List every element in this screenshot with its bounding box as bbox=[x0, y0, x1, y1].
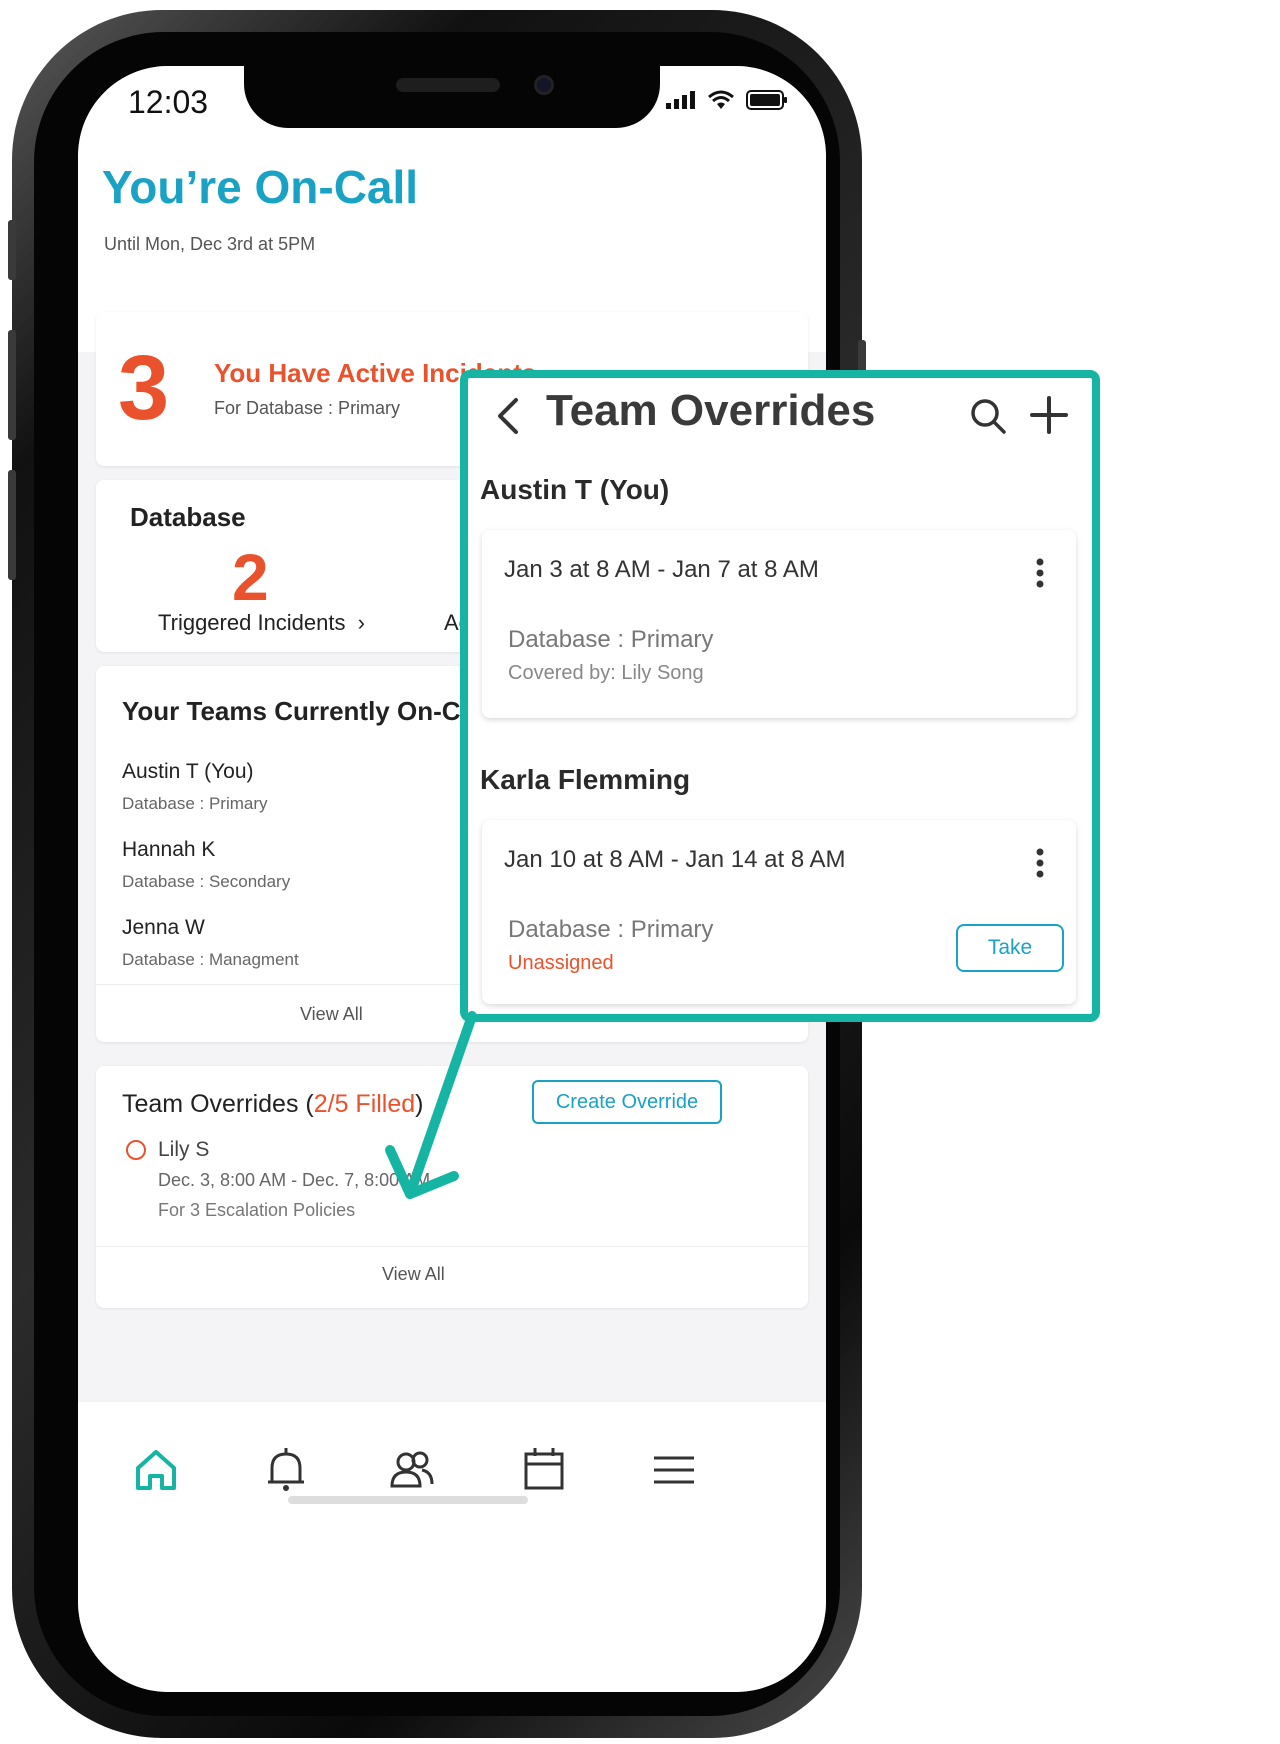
teams-title: Your Teams Currently On-Call bbox=[122, 696, 490, 726]
team-member-name[interactable]: Austin T (You) bbox=[122, 760, 254, 784]
tab-schedule[interactable] bbox=[516, 1442, 572, 1498]
divider bbox=[96, 1246, 808, 1247]
triggered-incidents-link[interactable]: Triggered Incidents › bbox=[158, 610, 365, 636]
database-title: Database bbox=[130, 502, 246, 532]
unfilled-circle-icon bbox=[126, 1140, 146, 1160]
back-arrow-icon[interactable] bbox=[490, 396, 530, 436]
speaker bbox=[396, 78, 500, 92]
override-database: Database : Primary bbox=[508, 916, 714, 943]
chevron-right-icon: › bbox=[357, 610, 365, 635]
tab-alerts[interactable] bbox=[258, 1442, 314, 1498]
tab-menu[interactable] bbox=[646, 1442, 702, 1498]
override-range: Jan 10 at 8 AM - Jan 14 at 8 AM bbox=[504, 846, 846, 873]
users-icon bbox=[390, 1451, 434, 1488]
side-button bbox=[8, 470, 16, 580]
triggered-label: Triggered Incidents bbox=[158, 610, 346, 635]
team-member-role: Database : Secondary bbox=[122, 872, 291, 891]
side-button bbox=[8, 330, 16, 440]
search-icon[interactable] bbox=[968, 396, 1008, 436]
create-override-button[interactable]: Create Override bbox=[532, 1080, 722, 1124]
home-icon bbox=[136, 1450, 176, 1490]
tab-home[interactable] bbox=[128, 1442, 184, 1498]
menu-icon bbox=[654, 1456, 694, 1484]
override-policies: For 3 Escalation Policies bbox=[158, 1200, 356, 1220]
incident-count: 3 bbox=[118, 337, 170, 439]
triggered-count: 2 bbox=[232, 540, 269, 614]
override-name[interactable]: Lily S bbox=[158, 1138, 209, 1162]
panel-title: Team Overrides bbox=[546, 386, 876, 435]
signal-icon bbox=[666, 91, 695, 109]
section-header: Karla Flemming bbox=[480, 764, 691, 795]
team-member-name[interactable]: Jenna W bbox=[122, 916, 205, 940]
incidents-subtitle: For Database : Primary bbox=[214, 398, 401, 418]
status-icons bbox=[666, 90, 788, 110]
teams-view-all-link[interactable]: View All bbox=[300, 1004, 363, 1025]
override-card[interactable]: Jan 3 at 8 AM - Jan 7 at 8 AM Database :… bbox=[482, 530, 1076, 718]
team-overrides-panel: Team Overrides Austin T (You) Jan 3 at 8… bbox=[460, 370, 1100, 1022]
override-status: Unassigned bbox=[508, 952, 614, 974]
wifi-icon bbox=[708, 90, 734, 109]
calendar-icon bbox=[524, 1448, 564, 1490]
more-options-icon[interactable] bbox=[1036, 558, 1044, 588]
battery-icon bbox=[746, 90, 787, 110]
team-member-name[interactable]: Hannah K bbox=[122, 838, 215, 862]
clock: 12:03 bbox=[128, 84, 209, 120]
more-options-icon[interactable] bbox=[1036, 848, 1044, 878]
tab-teams[interactable] bbox=[384, 1442, 440, 1498]
callout-arrow-icon bbox=[385, 1011, 477, 1199]
team-member-role: Database : Primary bbox=[122, 794, 268, 813]
overrides-view-all-link[interactable]: View All bbox=[382, 1264, 445, 1285]
bell-icon bbox=[268, 1448, 304, 1491]
team-member-role: Database : Managment bbox=[122, 950, 299, 969]
home-indicator bbox=[288, 1496, 528, 1504]
override-range: Jan 3 at 8 AM - Jan 7 at 8 AM bbox=[504, 556, 819, 583]
take-button[interactable]: Take bbox=[956, 924, 1064, 972]
page-title: You’re On-Call bbox=[102, 161, 419, 213]
overrides-title-prefix: Team Overrides ( bbox=[122, 1090, 314, 1118]
tab-bar bbox=[78, 1402, 826, 1692]
notch bbox=[244, 66, 660, 128]
side-button bbox=[8, 220, 16, 280]
camera bbox=[534, 75, 554, 95]
add-icon[interactable] bbox=[1028, 394, 1070, 436]
page-subtitle: Until Mon, Dec 3rd at 5PM bbox=[104, 234, 316, 254]
section-header: Austin T (You) bbox=[480, 474, 670, 505]
override-coverage: Covered by: Lily Song bbox=[508, 662, 704, 684]
override-card[interactable]: Jan 10 at 8 AM - Jan 14 at 8 AM Database… bbox=[482, 820, 1076, 1004]
override-database: Database : Primary bbox=[508, 626, 714, 653]
